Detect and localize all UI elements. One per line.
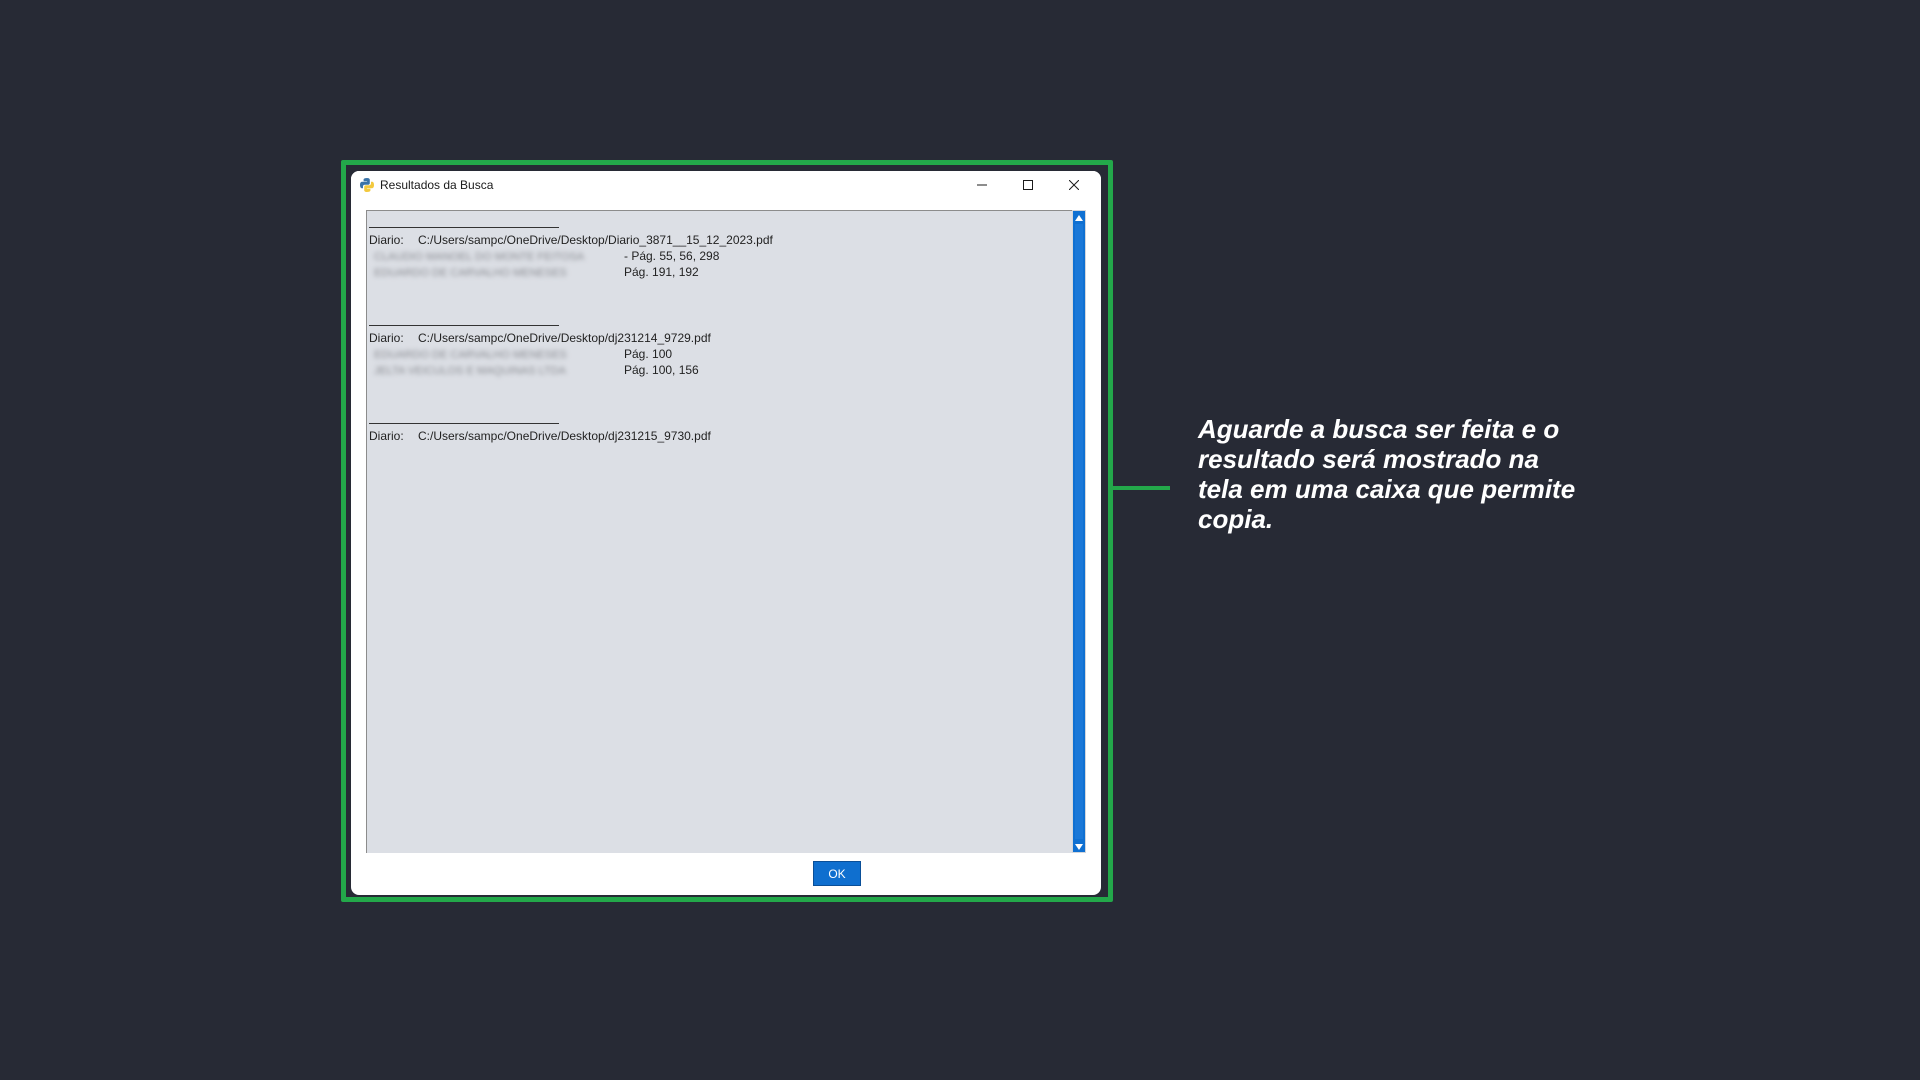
blurred-name: CLAUDIO MANOEL DO MONTE FEITOSA	[374, 251, 585, 263]
blurred-name: JELTA VEICULOS E MAQUINAS LTDA	[374, 365, 566, 377]
diario-line: Diario: C:/Users/sampc/OneDrive/Desktop/d…	[369, 330, 1059, 346]
diario-line: Diario: C:/Users/sampc/OneDrive/Desktop/d…	[369, 428, 1059, 444]
python-icon	[359, 177, 375, 193]
window-title: Resultados da Busca	[380, 178, 494, 192]
match-pages: Pág. 100	[624, 347, 673, 361]
match-line: EDUARDO DE CARVALHO MENESES Pág. 100	[369, 346, 1059, 362]
match-line: JELTA VEICULOS E MAQUINAS LTDA Pág. 100, …	[369, 362, 1059, 378]
result-entry: Diario: C:/Users/sampc/OneDrive/Desktop/D…	[369, 215, 1059, 280]
results-textbox[interactable]: Diario: C:/Users/sampc/OneDrive/Desktop/D…	[366, 210, 1072, 853]
separator-line	[369, 411, 559, 424]
results-list: Diario: C:/Users/sampc/OneDrive/Desktop/D…	[369, 215, 1059, 477]
diario-label: Diario:	[369, 429, 404, 443]
separator-line	[369, 215, 559, 228]
close-icon	[1068, 177, 1080, 195]
arrow-down-icon	[1075, 837, 1083, 855]
vertical-scrollbar[interactable]	[1072, 210, 1086, 853]
match-pages: - Pág. 55, 56, 298	[624, 249, 720, 263]
blurred-name: EDUARDO DE CARVALHO MENESES	[374, 349, 567, 361]
titlebar: Resultados da Busca	[351, 171, 1101, 200]
ok-button[interactable]: OK	[813, 861, 861, 886]
minimize-icon	[977, 177, 987, 195]
diario-path: C:/Users/sampc/OneDrive/Desktop/Diario_3…	[418, 233, 773, 247]
result-entry: Diario: C:/Users/sampc/OneDrive/Desktop/d…	[369, 411, 1059, 444]
scroll-down-button[interactable]	[1074, 841, 1084, 851]
match-pages: Pág. 191, 192	[624, 265, 699, 279]
minimize-button[interactable]	[959, 171, 1005, 200]
result-entry: Diario: C:/Users/sampc/OneDrive/Desktop/d…	[369, 313, 1059, 378]
diario-path: C:/Users/sampc/OneDrive/Desktop/dj231215…	[418, 429, 711, 443]
connector-line	[1113, 486, 1170, 490]
instruction-caption: Aguarde a busca ser feita e o resultado …	[1198, 414, 1576, 534]
maximize-button[interactable]	[1005, 171, 1051, 200]
diario-label: Diario:	[369, 331, 404, 345]
scroll-up-button[interactable]	[1074, 212, 1084, 222]
separator-line	[369, 313, 559, 326]
match-line: CLAUDIO MANOEL DO MONTE FEITOSA - Pág. 55…	[369, 248, 1059, 264]
maximize-icon	[1023, 177, 1033, 195]
match-line: EDUARDO DE CARVALHO MENESES Pág. 191, 192	[369, 264, 1059, 280]
results-window: Resultados da Busca Diario: C:/Users/samp…	[351, 171, 1101, 895]
close-button[interactable]	[1051, 171, 1097, 200]
scroll-thumb[interactable]	[1075, 224, 1083, 839]
blurred-name: EDUARDO DE CARVALHO MENESES	[374, 267, 567, 279]
match-pages: Pág. 100, 156	[624, 363, 699, 377]
diario-path: C:/Users/sampc/OneDrive/Desktop/dj231214…	[418, 331, 711, 345]
diario-line: Diario: C:/Users/sampc/OneDrive/Desktop/D…	[369, 232, 1059, 248]
diario-label: Diario:	[369, 233, 404, 247]
